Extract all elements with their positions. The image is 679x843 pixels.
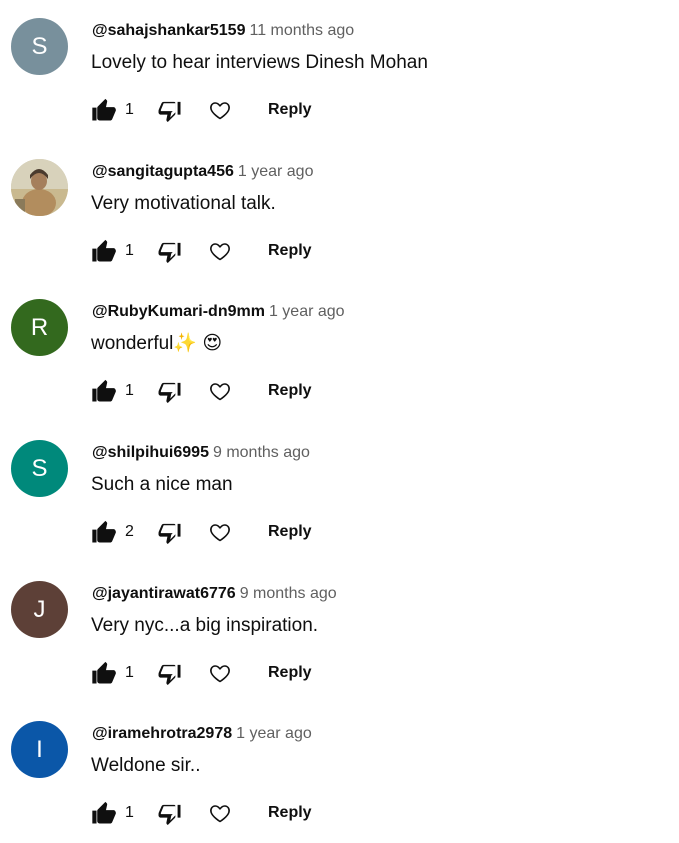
like-count: 1 <box>125 101 134 118</box>
profile-photo <box>11 159 68 216</box>
heart-button[interactable] <box>205 375 235 407</box>
reply-button[interactable]: Reply <box>264 661 316 685</box>
like-button[interactable] <box>88 797 120 829</box>
like-button[interactable] <box>88 94 120 126</box>
dislike-button[interactable] <box>154 235 186 267</box>
comment-text: Lovely to hear interviews Dinesh Mohan <box>91 52 428 73</box>
thumbs-up-icon <box>92 98 116 121</box>
reply-button[interactable]: Reply <box>264 520 316 544</box>
like-button[interactable] <box>88 657 120 689</box>
comment-header: @jayantirawat6776 9 months ago <box>92 583 337 605</box>
like-button[interactable] <box>88 516 120 548</box>
author-handle[interactable]: @shilpihui6995 <box>92 444 209 461</box>
heart-button[interactable] <box>205 657 235 689</box>
comment-item: @sangitagupta456 1 year ago Very motivati… <box>0 141 679 281</box>
thumbs-down-icon <box>158 242 181 264</box>
comment-header: @sangitagupta456 1 year ago <box>92 161 313 183</box>
avatar[interactable]: J <box>11 581 68 638</box>
comment-item: J @jayantirawat6776 9 months ago Very nyc… <box>0 563 679 703</box>
comment-header: @iramehrotra2978 1 year ago <box>92 723 312 745</box>
thumbs-down-icon <box>158 382 181 404</box>
comment-time[interactable]: 11 months ago <box>249 22 354 39</box>
avatar[interactable]: R <box>11 299 68 356</box>
comment-time[interactable]: 1 year ago <box>269 303 345 320</box>
thumbs-up-icon <box>92 379 116 402</box>
thumbs-down-icon <box>158 101 181 123</box>
avatar[interactable] <box>11 159 68 216</box>
comment-time[interactable]: 9 months ago <box>213 444 310 461</box>
avatar[interactable]: S <box>11 18 68 75</box>
like-count: 1 <box>125 804 134 821</box>
comment-actions: 2 Reply <box>88 516 348 548</box>
like-count: 1 <box>125 664 134 681</box>
comment-time[interactable]: 1 year ago <box>236 725 312 742</box>
like-count: 1 <box>125 382 134 399</box>
heart-icon <box>210 383 230 401</box>
thumbs-up-icon <box>92 239 116 262</box>
thumbs-down-icon <box>158 804 181 826</box>
author-handle[interactable]: @sahajshankar5159 <box>92 22 245 39</box>
dislike-button[interactable] <box>154 797 186 829</box>
comment-header: @shilpihui6995 9 months ago <box>92 442 310 464</box>
like-button[interactable] <box>88 375 120 407</box>
thumbs-up-icon <box>92 520 116 543</box>
thumbs-up-icon <box>92 661 116 684</box>
heart-icon <box>210 102 230 120</box>
heart-icon <box>210 243 230 261</box>
comment-text: Weldone sir.. <box>91 755 201 776</box>
comment-actions: 1 Reply <box>88 375 348 407</box>
comment-actions: 1 Reply <box>88 797 348 829</box>
heart-button[interactable] <box>205 516 235 548</box>
heart-icon <box>210 524 230 542</box>
author-handle[interactable]: @jayantirawat6776 <box>92 585 236 602</box>
comment-item: R @RubyKumari-dn9mm 1 year ago wonderful✨… <box>0 281 679 421</box>
heart-button[interactable] <box>205 235 235 267</box>
comment-header: @RubyKumari-dn9mm 1 year ago <box>92 301 345 323</box>
reply-button[interactable]: Reply <box>264 801 316 825</box>
comment-header: @sahajshankar5159 11 months ago <box>92 20 354 42</box>
dislike-button[interactable] <box>154 94 186 126</box>
comments-list: S @sahajshankar5159 11 months ago Lovely … <box>0 0 679 842</box>
reply-button[interactable]: Reply <box>264 379 316 403</box>
comment-text: Such a nice man <box>91 474 233 495</box>
like-count: 2 <box>125 523 134 540</box>
dislike-button[interactable] <box>154 657 186 689</box>
comment-actions: 1 Reply <box>88 94 348 126</box>
thumbs-down-icon <box>158 664 181 686</box>
comment-actions: 1 Reply <box>88 235 348 267</box>
thumbs-down-icon <box>158 523 181 545</box>
heart-icon <box>210 805 230 823</box>
comment-item: S @shilpihui6995 9 months ago Such a nice… <box>0 422 679 562</box>
thumbs-up-icon <box>92 801 116 824</box>
reply-button[interactable]: Reply <box>264 239 316 263</box>
like-button[interactable] <box>88 235 120 267</box>
like-count: 1 <box>125 242 134 259</box>
comment-text: Very nyc...a big inspiration. <box>91 615 319 636</box>
heart-button[interactable] <box>205 94 235 126</box>
dislike-button[interactable] <box>154 516 186 548</box>
comment-text: wonderful✨ 😍 <box>91 333 223 354</box>
dislike-button[interactable] <box>154 375 186 407</box>
comment-text: Very motivational talk. <box>91 193 276 214</box>
comment-time[interactable]: 9 months ago <box>240 585 337 602</box>
heart-button[interactable] <box>205 797 235 829</box>
comment-actions: 1 Reply <box>88 657 348 689</box>
author-handle[interactable]: @iramehrotra2978 <box>92 725 232 742</box>
comment-item: I @iramehrotra2978 1 year ago Weldone sir… <box>0 703 679 843</box>
heart-icon <box>210 665 230 683</box>
comment-item: S @sahajshankar5159 11 months ago Lovely … <box>0 0 679 140</box>
author-handle[interactable]: @RubyKumari-dn9mm <box>92 303 265 320</box>
reply-button[interactable]: Reply <box>264 98 316 122</box>
avatar[interactable]: S <box>11 440 68 497</box>
avatar[interactable]: I <box>11 721 68 778</box>
comment-time[interactable]: 1 year ago <box>238 163 314 180</box>
author-handle[interactable]: @sangitagupta456 <box>92 163 234 180</box>
